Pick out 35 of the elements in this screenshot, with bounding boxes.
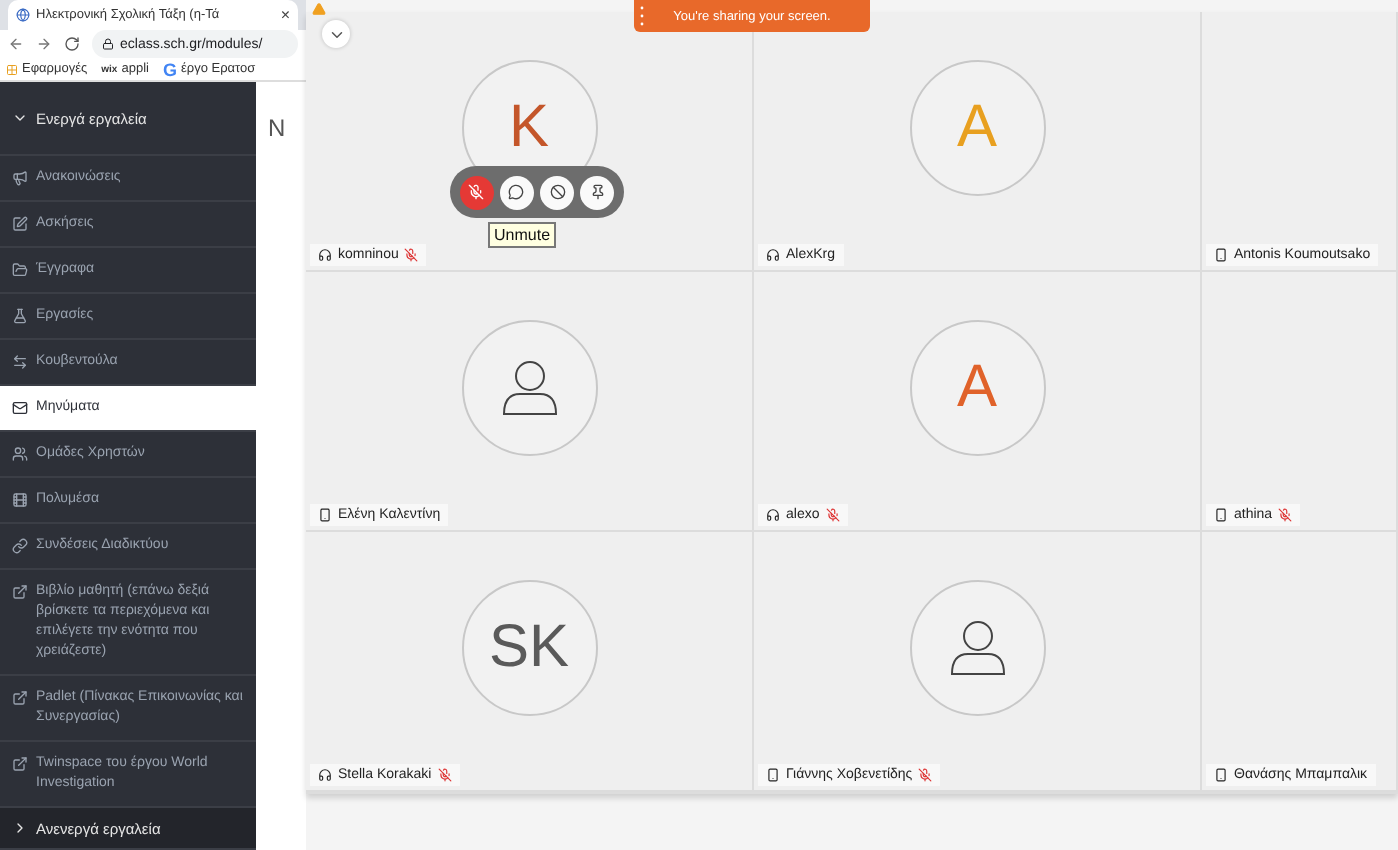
link-icon: [12, 538, 28, 554]
tooltip: Unmute: [488, 222, 557, 248]
pin-button[interactable]: [580, 175, 615, 209]
back-icon[interactable]: [8, 36, 24, 52]
page-heading: N: [268, 114, 286, 142]
globe-icon: [16, 8, 30, 22]
external-link-icon: [12, 756, 28, 772]
megaphone-icon: [12, 170, 28, 186]
block-button[interactable]: [540, 175, 575, 209]
avatar-initials: A: [909, 59, 1045, 195]
lock-icon: [102, 38, 114, 50]
unmute-button[interactable]: [459, 175, 494, 209]
mic-off-icon: [468, 184, 485, 200]
reload-icon[interactable]: [64, 36, 80, 52]
chat-button[interactable]: [499, 175, 534, 209]
flask-icon: [12, 308, 28, 324]
avatar-initials: A: [909, 319, 1045, 455]
apps-grid-icon: [6, 63, 18, 75]
tab-close-button[interactable]: ×: [280, 6, 290, 24]
external-link-icon: [12, 584, 28, 600]
avatar-initials: SK: [461, 579, 597, 715]
envelope-icon: [12, 400, 28, 416]
external-link-icon: [12, 690, 28, 706]
arrows-icon: [12, 354, 28, 370]
chevron-down-icon: [12, 110, 28, 126]
warning-icon: [312, 2, 326, 16]
users-icon: [12, 446, 28, 462]
film-icon: [12, 492, 28, 508]
chat-icon: [508, 184, 525, 200]
pin-icon: [589, 184, 606, 200]
block-icon: [549, 184, 566, 200]
folder-icon: [12, 262, 28, 278]
forward-icon[interactable]: [36, 36, 52, 52]
chevron-right-icon: [12, 820, 28, 836]
edit-icon: [12, 216, 28, 232]
